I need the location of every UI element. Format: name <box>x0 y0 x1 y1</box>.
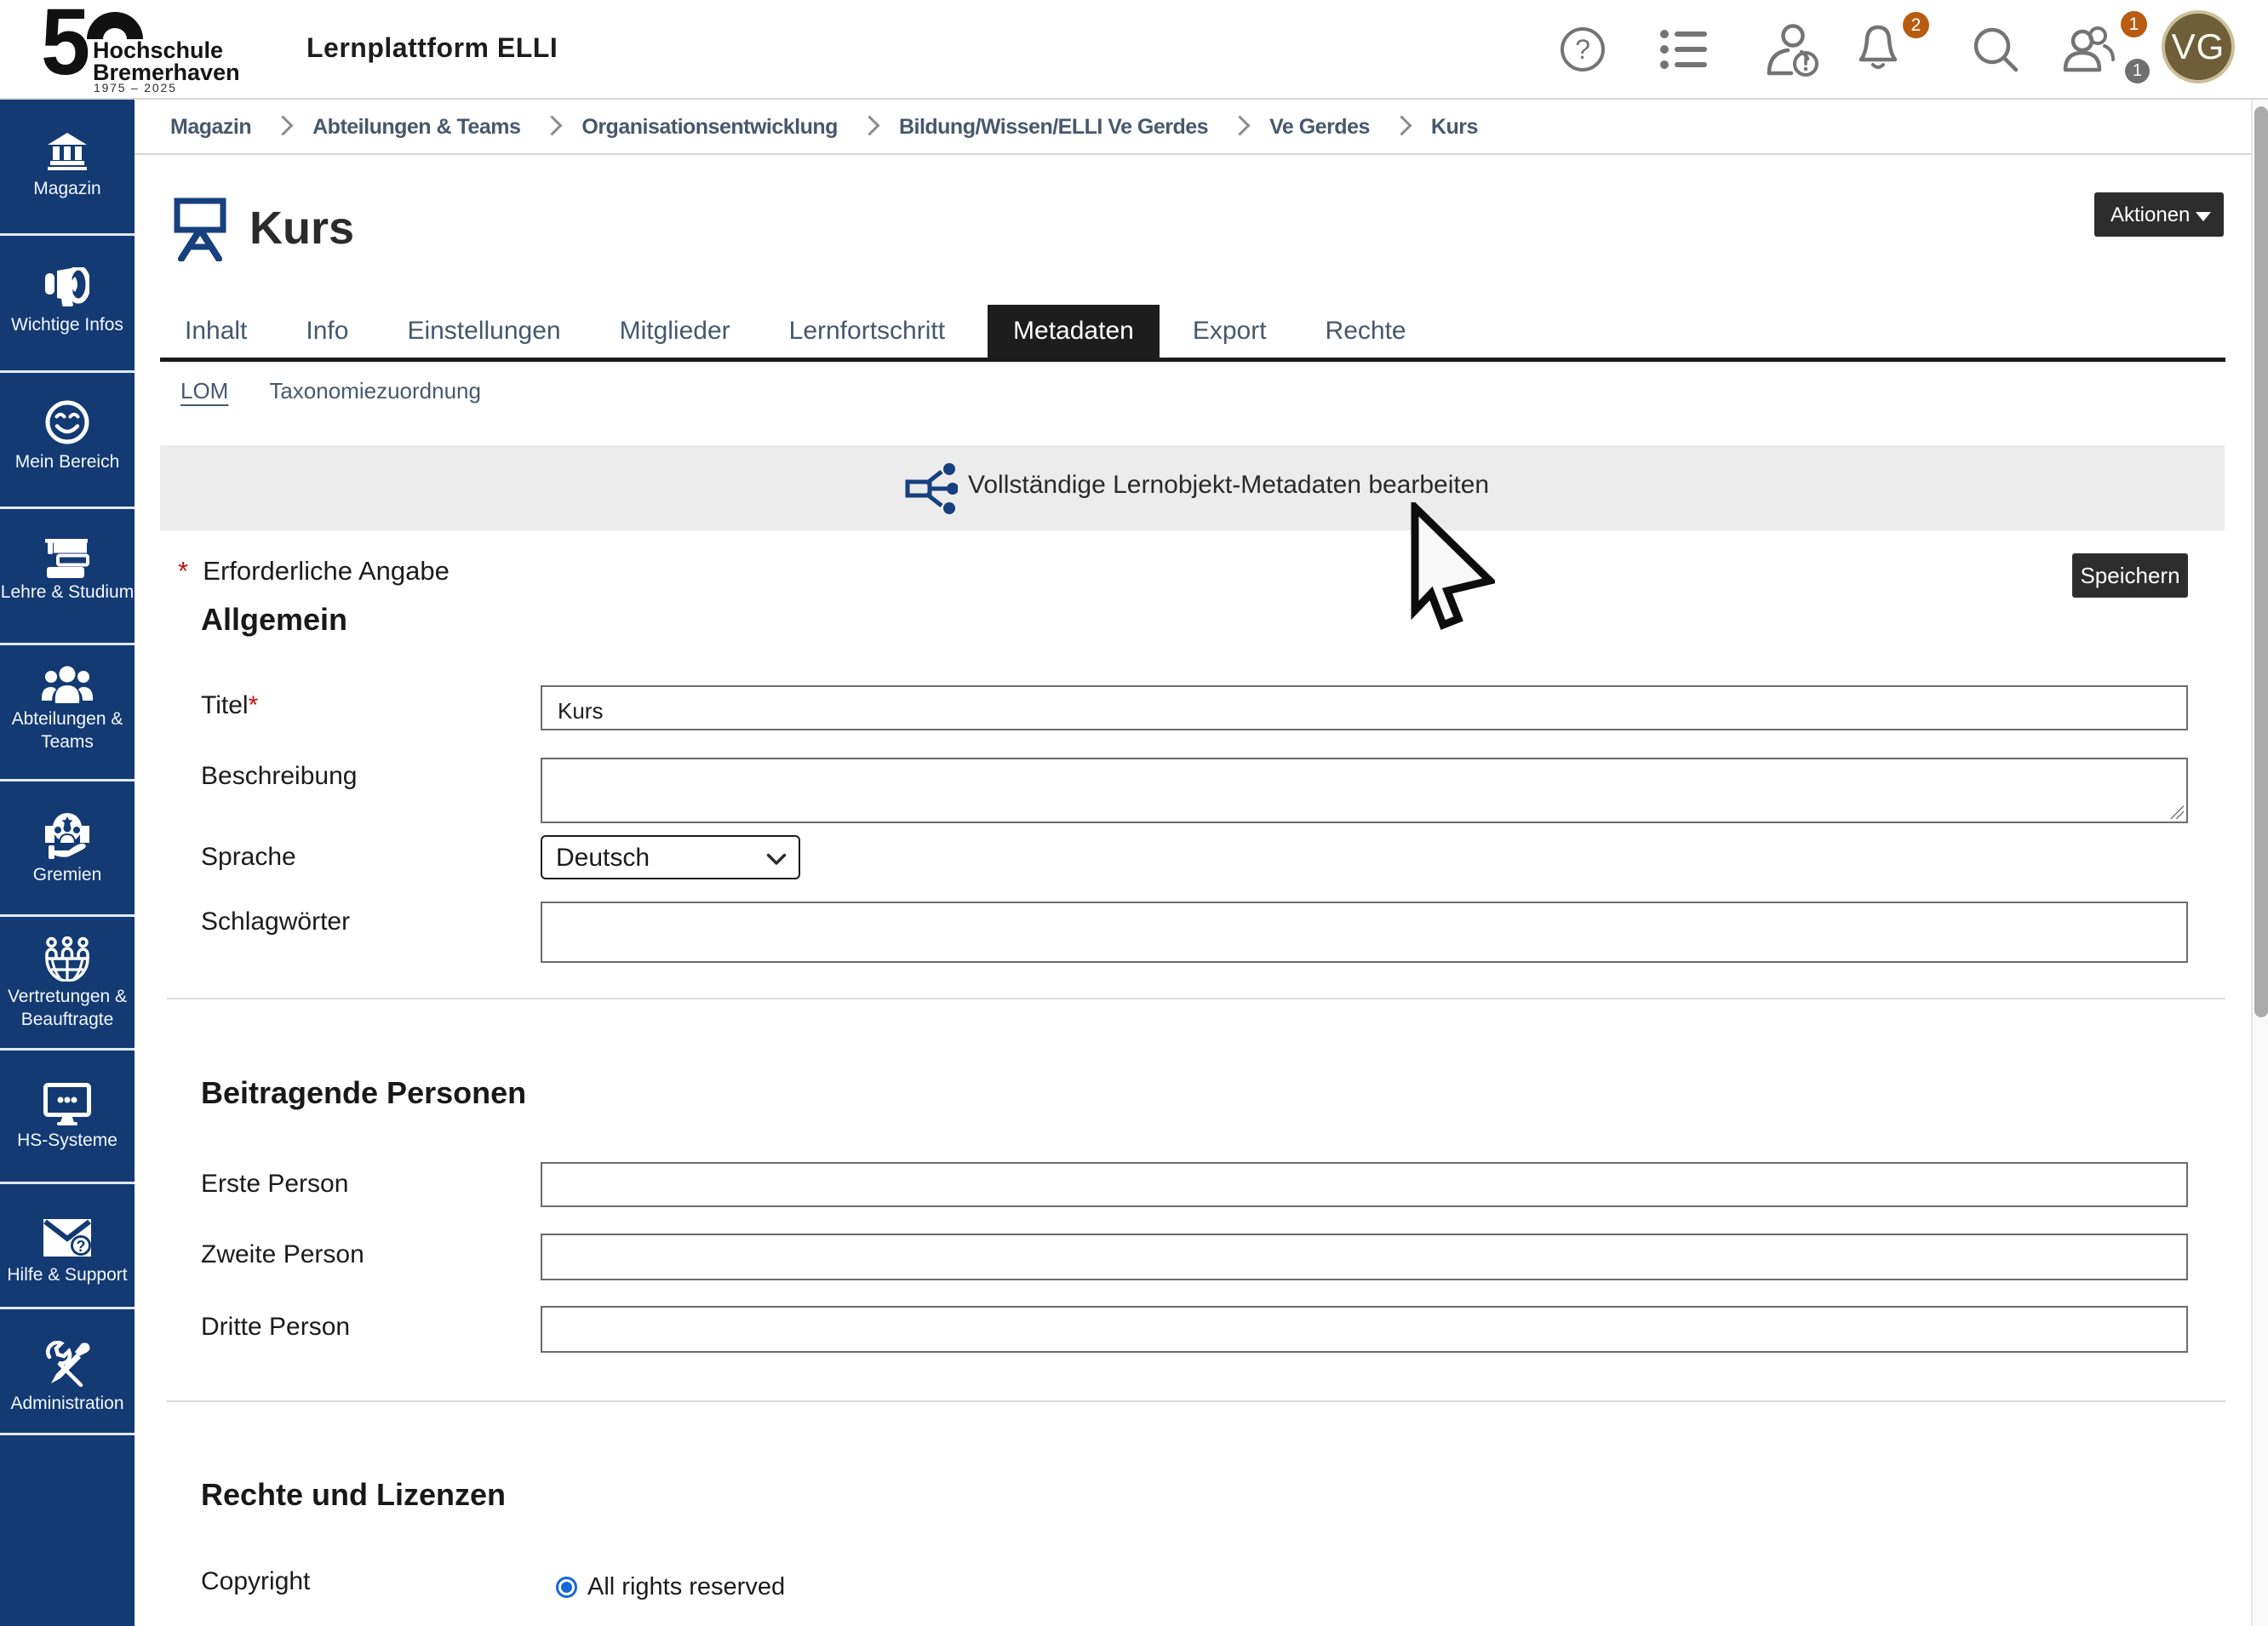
svg-text:?: ? <box>1575 34 1590 65</box>
svg-text:?: ? <box>77 1238 86 1255</box>
